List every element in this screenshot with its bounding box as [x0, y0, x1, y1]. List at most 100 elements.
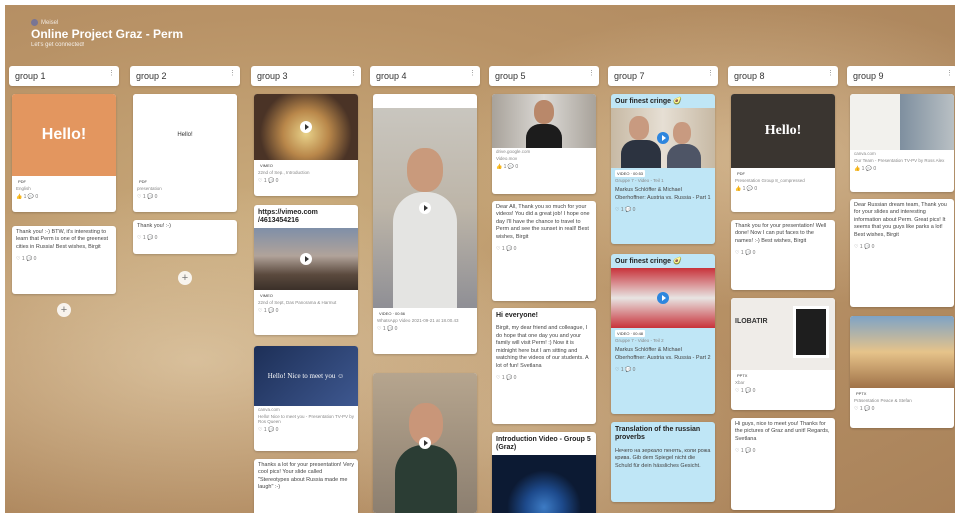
reactions[interactable]: ♡ 1 💬 0 — [12, 254, 116, 265]
column-title: group 9 — [853, 71, 884, 81]
reactions[interactable]: ♡ 1 💬 0 — [611, 365, 715, 376]
post-card[interactable]: Thank you! :-) BTW, it's interesting to … — [12, 226, 116, 294]
post-card[interactable]: Thank you for your presentation! Well do… — [731, 220, 835, 290]
reactions[interactable]: ♡ 1 💬 0 — [731, 386, 835, 397]
column-header[interactable]: group 4 ⋮ — [370, 66, 480, 86]
column-header[interactable]: group 8 ⋮ — [728, 66, 838, 86]
post-card[interactable]: Hello! PDF Presentation Group 8_compress… — [731, 94, 835, 212]
more-icon[interactable]: ⋮ — [946, 69, 953, 77]
canva-preview: Hello! Nice to meet you ☺ — [254, 346, 358, 406]
post-card[interactable]: ILOBATIR PPTX Xbar ♡ 1 💬 0 — [731, 298, 835, 410]
video-thumbnail — [254, 94, 358, 160]
source-badge: VIMEO — [258, 291, 275, 299]
post-card[interactable]: Hi guys, nice to meet you! Thanks for th… — [731, 418, 835, 510]
pdf-preview: Hello! — [12, 94, 116, 176]
reactions[interactable]: ♡ 1 💬 0 — [133, 233, 237, 244]
post-card[interactable]: Dear All, Thank you so much for your vid… — [492, 201, 596, 301]
column-header[interactable]: group 3 ⋮ — [251, 66, 361, 86]
page-subtitle: Let's get connected! — [31, 42, 85, 48]
post-card[interactable]: https://vimeo.com /4613454216 VIMEO 22nd… — [254, 205, 358, 335]
reactions[interactable]: ♡ 1 💬 0 — [492, 373, 596, 384]
more-icon[interactable]: ⋮ — [707, 69, 714, 77]
reactions[interactable]: ♡ 1 💬 0 — [492, 244, 596, 255]
column-group-7: group 7 ⋮ Our finest cringe 🥑 VIDEO · 00… — [608, 66, 718, 502]
post-card[interactable]: PPTX Präsentation Peace & Stefan ♡ 1 💬 0 — [850, 316, 954, 428]
preview-text: ILOBATIR — [735, 318, 768, 325]
reactions[interactable]: ♡ 1 💬 0 — [133, 192, 237, 203]
more-icon[interactable]: ⋮ — [350, 69, 357, 77]
post-card[interactable]: Hi everyone! Birgit, my dear friend and … — [492, 308, 596, 424]
reactions[interactable]: 👍 1 💬 0 — [850, 164, 954, 175]
reactions[interactable]: ♡ 1 💬 0 — [731, 248, 835, 259]
reactions[interactable]: ♡ 1 💬 0 — [850, 404, 954, 415]
more-icon[interactable]: ⋮ — [108, 69, 115, 77]
column-title: group 1 — [15, 71, 46, 81]
post-card[interactable]: Hello! Nice to meet you ☺ canva.com Hell… — [254, 346, 358, 451]
column-group-9: group 9 ⋮ canva.com Our Team - Presentat… — [847, 66, 955, 428]
post-card[interactable]: Thank you! :-) ♡ 1 💬 0 — [133, 220, 237, 254]
post-card[interactable]: Hello! PDF presentation ♡ 1 💬 0 — [133, 94, 237, 212]
post-body: Thank you! :-) BTW, it's interesting to … — [16, 229, 109, 250]
pptx-preview: ILOBATIR — [731, 298, 835, 370]
column-title: group 7 — [614, 71, 645, 81]
reactions[interactable]: 👍 1 💬 0 — [492, 162, 596, 173]
column-title: group 5 — [495, 71, 526, 81]
add-post-button[interactable]: + — [57, 303, 71, 317]
post-body: Markus Schlöffer & Michael Oberhoffner: … — [615, 347, 711, 361]
reactions[interactable]: ♡ 1 💬 0 — [254, 306, 358, 317]
post-title[interactable]: https://vimeo.com /4613454216 — [254, 205, 358, 228]
post-caption: Gruppe 7 - Video - Teil 1 — [615, 178, 664, 184]
play-icon[interactable] — [300, 121, 312, 133]
reactions[interactable]: ♡ 1 💬 0 — [254, 176, 358, 187]
reactions[interactable]: ♡ 1 💬 0 — [611, 205, 715, 216]
post-caption: WhatsApp Video 2021-09-21 at 18.00.43 — [377, 318, 459, 323]
play-icon[interactable] — [419, 437, 431, 449]
post-card[interactable]: VIDEO · 00:56 WhatsApp Video 2021-09-21 … — [373, 94, 477, 354]
post-caption: Gruppe 7 - Video - Teil 2 — [615, 338, 664, 344]
column-header[interactable]: group 5 ⋮ — [489, 66, 599, 86]
post-caption: presentation — [137, 186, 162, 191]
file-type-badge: PDF — [735, 170, 747, 177]
column-header[interactable]: group 1 ⋮ — [9, 66, 119, 86]
post-card[interactable]: drive.google.com Video.mov 👍 1 💬 0 — [492, 94, 596, 194]
play-icon[interactable] — [419, 202, 431, 214]
video-thumbnail — [611, 108, 715, 169]
post-card[interactable]: VIMEO 22nd of Sep., Introduction ♡ 1 💬 0 — [254, 94, 358, 196]
post-card[interactable]: Our finest cringe 🥑 VIDEO · 00:53 Gruppe… — [611, 94, 715, 244]
column-title: group 2 — [136, 71, 167, 81]
reactions[interactable]: 👍 1 💬 0 — [12, 192, 116, 203]
reactions[interactable]: ♡ 1 💬 0 — [373, 324, 477, 335]
reactions[interactable]: ♡ 1 💬 0 — [254, 425, 358, 436]
more-icon[interactable]: ⋮ — [588, 69, 595, 77]
add-post-button[interactable]: + — [178, 271, 192, 285]
play-icon[interactable] — [300, 252, 312, 265]
column-header[interactable]: group 9 ⋮ — [847, 66, 955, 86]
person-body — [621, 140, 661, 169]
person-body — [526, 124, 562, 148]
pptx-preview — [850, 316, 954, 388]
avatar[interactable] — [31, 19, 38, 26]
play-icon[interactable] — [657, 292, 669, 305]
post-card[interactable] — [373, 373, 477, 513]
video-thumbnail — [611, 268, 715, 329]
column-header[interactable]: group 2 ⋮ — [130, 66, 240, 86]
more-icon[interactable]: ⋮ — [229, 69, 236, 77]
post-title: Introduction Video - Group 5 (Graz) — [496, 436, 591, 452]
post-caption: English — [16, 186, 31, 191]
post-card[interactable]: Introduction Video - Group 5 (Graz) — [492, 432, 596, 513]
post-body: Нечего на зеркало пенять, коли рожа крив… — [615, 447, 711, 469]
reactions[interactable]: ♡ 1 💬 0 — [731, 446, 835, 457]
post-card[interactable]: Translation of the russian proverbs Нече… — [611, 422, 715, 502]
reactions[interactable]: 👍 1 💬 0 — [731, 184, 835, 195]
post-card[interactable]: Hello! PDF English 👍 1 💬 0 — [12, 94, 116, 212]
reactions[interactable]: ♡ 1 💬 0 — [850, 242, 954, 253]
person-head — [407, 148, 443, 192]
column-header[interactable]: group 7 ⋮ — [608, 66, 718, 86]
post-card[interactable]: Thanks a lot for your presentation! Very… — [254, 459, 358, 513]
more-icon[interactable]: ⋮ — [827, 69, 834, 77]
post-card[interactable]: Dear Russian dream team, Thank you for y… — [850, 199, 954, 307]
play-icon[interactable] — [657, 132, 669, 145]
post-card[interactable]: canva.com Our Team - Presentation TV-PV … — [850, 94, 954, 192]
post-card[interactable]: Our finest cringe 🥑 VIDEO · 00:48 Gruppe… — [611, 254, 715, 414]
more-icon[interactable]: ⋮ — [469, 69, 476, 77]
